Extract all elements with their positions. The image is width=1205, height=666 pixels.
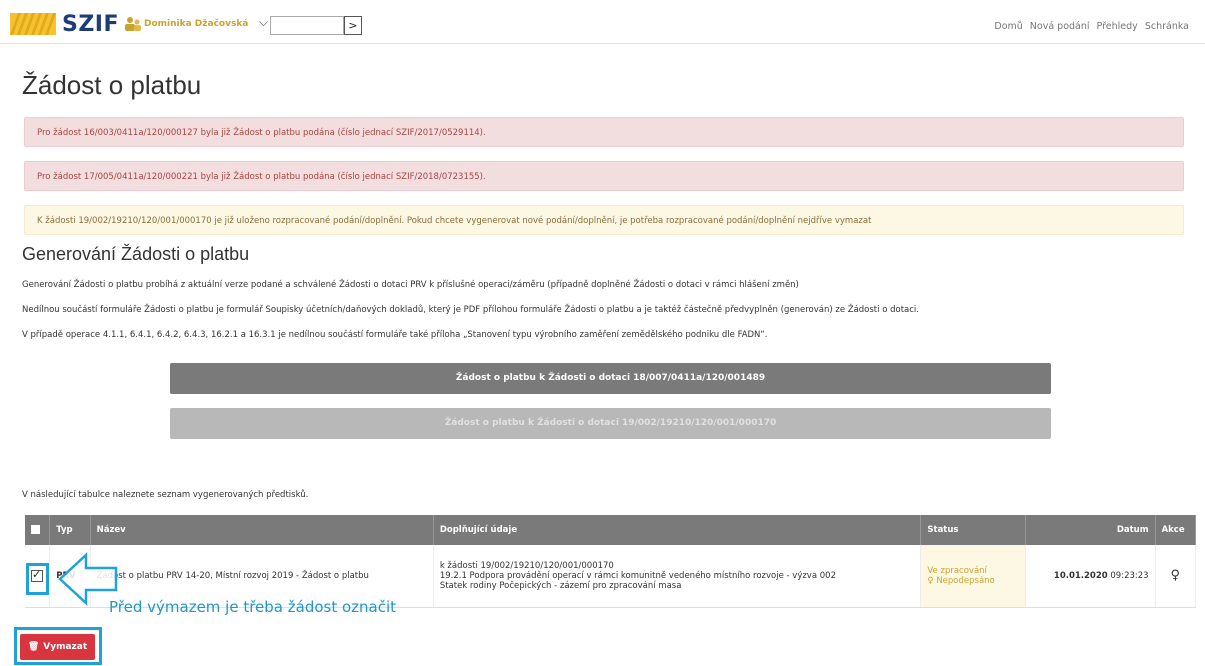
col-datum[interactable]: Datum — [1025, 515, 1156, 545]
section-title: Generování Žádosti o platbu — [22, 244, 250, 264]
nav-home[interactable]: Domů — [994, 21, 1022, 32]
row-doplnujici-line-2: 19.2.1 Podpora provádění operací v rámci… — [439, 570, 836, 581]
user-group-icon — [125, 17, 141, 31]
top-bar: SZIF Dominika Džačovská ⌵ > Domů Nová po… — [0, 8, 1205, 44]
annotation-text: Před výmazem je třeba žádost označit — [109, 598, 397, 616]
row-doplnujici: k žádosti 19/002/19210/120/001/000170 19… — [433, 545, 922, 608]
signature-icon: ♀︎ — [927, 575, 937, 586]
row-doplnujici-line-1: k žádosti 19/002/19210/120/001/000170 — [439, 560, 614, 571]
alert-danger-1: Pro žádost 16/003/0411a/120/000127 byla … — [24, 117, 1184, 147]
szif-logo-stripes-icon — [10, 13, 56, 35]
page-title: Žádost o platbu — [22, 70, 202, 100]
row-doplnujici-line-3: Statek rodiny Počepických - zázemí pro z… — [439, 580, 682, 591]
table-header-row: Typ Název Doplňující údaje Status Datum … — [25, 515, 1197, 545]
paragraph-2: Nedílnou součástí formuláře Žádosti o pl… — [22, 305, 919, 315]
status-unsigned: ♀︎ Nepodepsáno — [927, 576, 1019, 586]
col-status[interactable]: Status — [920, 515, 1027, 545]
header-search-input[interactable] — [270, 16, 344, 35]
main-nav: Domů Nová podání Přehledy Schránka — [994, 21, 1189, 32]
col-nazev[interactable]: Název — [90, 515, 434, 545]
checkbox-highlight-frame — [26, 563, 49, 595]
go-button[interactable]: > — [344, 16, 362, 35]
col-doplnujici[interactable]: Doplňující údaje — [433, 515, 922, 545]
nav-overviews[interactable]: Přehledy — [1097, 21, 1138, 32]
col-akce: Akce — [1155, 515, 1197, 545]
generate-payment-button-2[interactable]: Žádost o platbu k Žádosti o dotaci 19/00… — [170, 408, 1051, 439]
sign-action-icon[interactable]: ♀︎ — [1171, 568, 1181, 583]
delete-button-label: Vymazat — [43, 642, 88, 652]
preprint-table: Typ Název Doplňující údaje Status Datum … — [25, 515, 1197, 608]
alert-danger-2: Pro žádost 17/005/0411a/120/000221 byla … — [24, 161, 1184, 191]
paragraph-1: Generování Žádosti o platbu probíhá z ak… — [22, 280, 799, 290]
row-status: Ve zpracování ♀︎ Nepodepsáno — [920, 545, 1027, 608]
status-unsigned-label: Nepodepsáno — [936, 575, 995, 586]
chevron-down-icon[interactable]: ⌵ — [259, 15, 268, 30]
row-datum: 10.01.2020 09:23:23 — [1025, 545, 1156, 608]
delete-button[interactable]: 🗑︎ Vymazat — [20, 634, 95, 660]
table-caption: V následující tabulce naleznete seznam v… — [22, 490, 309, 500]
trash-icon: 🗑︎ — [27, 642, 40, 652]
nav-new-submissions[interactable]: Nová podání — [1030, 21, 1090, 32]
generate-payment-button-1[interactable]: Žádost o platbu k Žádosti o dotaci 18/00… — [170, 363, 1051, 394]
select-all-checkbox[interactable] — [25, 515, 51, 545]
user-name[interactable]: Dominika Džačovská — [144, 19, 248, 29]
row-action: ♀︎ — [1155, 545, 1197, 608]
paragraph-3: V případě operace 4.1.1, 6.4.1, 6.4.2, 6… — [22, 330, 768, 340]
status-processing: Ve zpracování — [927, 565, 987, 576]
szif-logo[interactable]: SZIF — [62, 12, 119, 37]
row-datum-time: 09:23:23 — [1110, 570, 1149, 581]
col-typ[interactable]: Typ — [49, 515, 91, 545]
alert-warning: K žádosti 19/002/19210/120/001/000170 je… — [24, 205, 1184, 235]
row-datum-date: 10.01.2020 — [1053, 570, 1108, 581]
nav-inbox[interactable]: Schránka — [1145, 21, 1189, 32]
